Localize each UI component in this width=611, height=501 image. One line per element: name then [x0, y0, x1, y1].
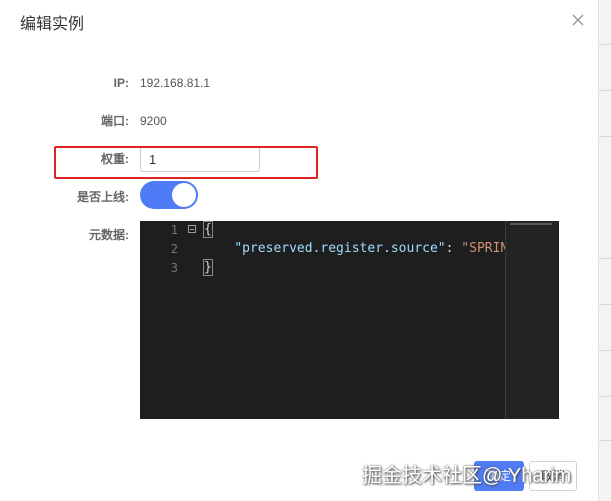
minimap-line: [510, 223, 552, 225]
online-label: 是否上线:: [77, 190, 129, 204]
toggle-knob: [172, 183, 196, 207]
fold-toggle-icon[interactable]: [188, 225, 196, 233]
close-icon[interactable]: [568, 10, 588, 30]
line-number: 2: [170, 242, 178, 256]
json-separator: :: [445, 241, 462, 256]
json-key: "preserved.register.source": [234, 241, 446, 256]
weight-label: 权重:: [101, 152, 129, 166]
code-line-2: "preserved.register.source": "SPRING: [203, 240, 516, 258]
code-line-1: {: [203, 221, 213, 239]
ip-label: IP:: [113, 76, 129, 90]
editor-gutter: 1 2 3: [140, 221, 200, 419]
background-page-strip: [598, 0, 611, 501]
line-number: 3: [170, 261, 178, 275]
port-value: 9200: [140, 114, 167, 128]
cancel-button[interactable]: 取消: [529, 461, 577, 491]
metadata-label: 元数据:: [89, 228, 129, 242]
ip-value: 192.168.81.1: [140, 76, 211, 90]
weight-input[interactable]: [140, 146, 260, 172]
open-brace: {: [203, 221, 213, 238]
editor-minimap[interactable]: [506, 221, 559, 419]
edit-instance-dialog: 编辑实例 IP: 192.168.81.1 端口: 9200 权重: 是否上线:…: [0, 0, 598, 501]
port-label: 端口:: [101, 114, 129, 128]
line-number: 1: [170, 223, 178, 237]
metadata-code-editor[interactable]: 1 2 3 { "preserved.register.source": "SP…: [140, 221, 559, 419]
online-toggle[interactable]: [140, 181, 198, 209]
ok-button[interactable]: 确定: [474, 461, 524, 491]
dialog-title: 编辑实例: [20, 16, 85, 33]
code-line-3: }: [203, 259, 213, 277]
close-brace: }: [203, 259, 213, 276]
